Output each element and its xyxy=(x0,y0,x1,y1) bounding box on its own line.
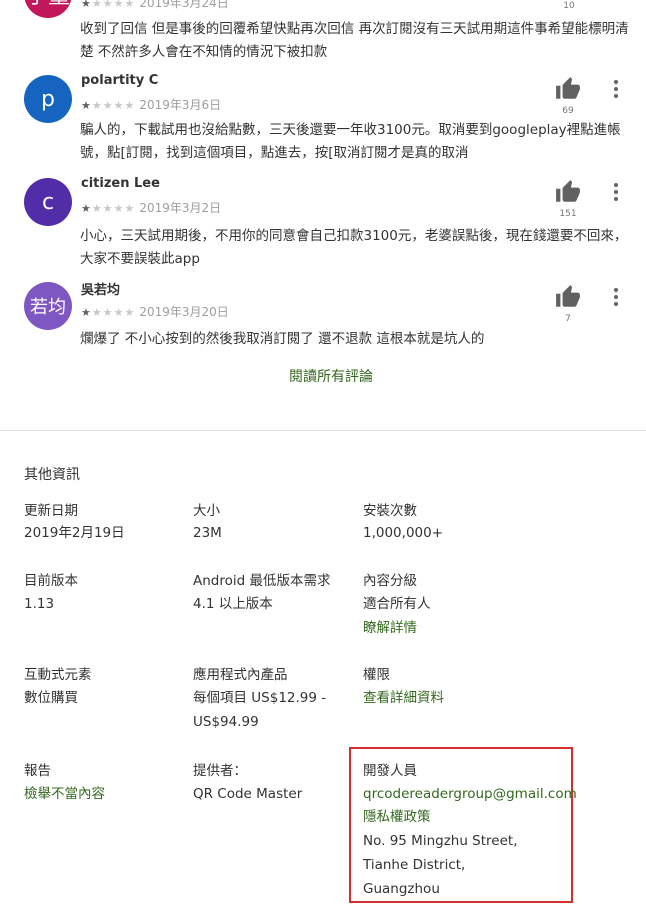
interactive-label: 互動式元素 xyxy=(24,667,92,683)
more-options-icon[interactable] xyxy=(613,183,619,204)
rating-stars: ★★★★★ 2019年3月6日 xyxy=(81,98,222,112)
android-label: Android 最低版本需求 xyxy=(193,573,331,589)
avatar-initials: c xyxy=(41,189,55,215)
android-value: 4.1 以上版本 xyxy=(193,596,273,612)
updated-label: 更新日期 xyxy=(24,503,78,519)
size-label: 大小 xyxy=(193,503,220,519)
helpful-count: 7 xyxy=(565,314,571,324)
rating-stars: ★★★★★ 2019年3月20日 xyxy=(81,305,229,319)
iap-value-line1: 每個項目 US$12.99 - xyxy=(193,690,327,706)
privacy-policy-link[interactable]: 隱私權政策 xyxy=(363,805,431,829)
provider-value: QR Code Master xyxy=(193,786,303,802)
version-label: 目前版本 xyxy=(24,573,78,589)
review-date: 2019年3月24日 xyxy=(139,0,229,10)
report-inappropriate-link[interactable]: 檢舉不當內容 xyxy=(24,782,105,806)
rating-stars: ★★★★★ 2019年3月2日 xyxy=(81,201,222,215)
helpful-button[interactable]: 69 xyxy=(555,76,581,116)
developer-address-line1: No. 95 Mingzhu Street, xyxy=(363,833,518,849)
report-label: 報告 xyxy=(24,763,51,779)
iap-value-line2: US$94.99 xyxy=(193,714,259,730)
reviewer-name: citizen Lee xyxy=(81,176,160,191)
review-text: 小心，三天試用期後，不用你的同意會自己扣款3100元，老婆誤點後，現在錢還要不回… xyxy=(80,228,628,267)
helpful-count: 69 xyxy=(562,106,574,116)
section-title: 其他資訊 xyxy=(24,467,80,483)
thumbs-up-icon xyxy=(556,77,580,99)
review-date: 2019年3月2日 xyxy=(139,201,222,215)
more-options-icon[interactable] xyxy=(613,80,619,101)
helpful-count: 151 xyxy=(559,209,577,219)
updated-value: 2019年2月19日 xyxy=(24,525,125,541)
reviewer-name: polartity C xyxy=(81,73,159,88)
developer-address-line3: Guangzhou xyxy=(363,881,440,897)
version-value: 1.13 xyxy=(24,596,55,612)
more-options-icon[interactable] xyxy=(613,288,619,309)
avatar-initials: 若均 xyxy=(30,297,66,318)
rating-stars: ★★★★★ 2019年3月24日 xyxy=(81,0,229,11)
developer-label: 開發人員 xyxy=(363,763,417,779)
reviewer-avatar: c xyxy=(24,178,72,226)
helpful-button[interactable]: 151 xyxy=(555,179,581,219)
iap-label: 應用程式內產品 xyxy=(193,667,288,683)
review-date: 2019年3月20日 xyxy=(139,305,229,319)
reviewer-name: 吳若均 xyxy=(81,283,121,298)
developer-address-line2: Tianhe District, xyxy=(363,857,466,873)
view-details-link[interactable]: 查看詳細資料 xyxy=(363,686,444,710)
size-value: 23M xyxy=(193,525,222,541)
reviewer-avatar: 于董 xyxy=(24,0,72,18)
provider-label: 提供者： xyxy=(193,763,247,779)
reviewer-avatar: p xyxy=(24,75,72,123)
thumbs-up-icon xyxy=(556,285,580,307)
content-rating-value: 適合所有人 xyxy=(363,596,431,612)
review-date: 2019年3月6日 xyxy=(139,98,222,112)
avatar-initials: p xyxy=(41,86,55,112)
avatar-initials: 于董 xyxy=(26,0,70,10)
review-text: 騙人的，下載試用也沒給點數，三天後還要一年收3100元。取消要到googlepl… xyxy=(80,122,621,161)
installs-value: 1,000,000+ xyxy=(363,525,444,541)
interactive-value: 數位購買 xyxy=(24,690,78,706)
developer-email-link[interactable]: qrcodereadergroup@gmail.com xyxy=(363,782,577,806)
section-divider xyxy=(0,430,646,431)
learn-more-link[interactable]: 瞭解詳情 xyxy=(363,616,417,640)
helpful-button[interactable]: 7 xyxy=(555,284,581,324)
read-all-reviews-link[interactable]: 閱讀所有評論 xyxy=(289,366,373,386)
thumbs-up-icon xyxy=(556,180,580,202)
content-rating-label: 內容分級 xyxy=(363,573,417,589)
reviewer-avatar: 若均 xyxy=(24,282,72,330)
helpful-count: 10 xyxy=(563,1,575,11)
permissions-label: 權限 xyxy=(363,667,390,683)
review-text: 爛爆了 不小心按到的然後我取消訂閱了 還不退款 這根本就是坑人的 xyxy=(80,331,485,347)
review-text: 收到了回信 但是事後的回覆希望快點再次回信 再次訂閱沒有三天試用期這件事希望能標… xyxy=(80,21,629,60)
installs-label: 安裝次數 xyxy=(363,503,417,519)
